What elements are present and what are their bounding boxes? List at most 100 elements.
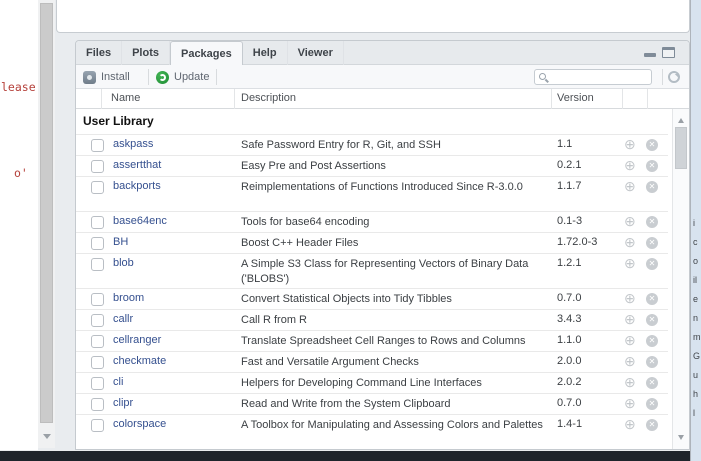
- console-scrollbar-thumb[interactable]: [40, 3, 53, 423]
- globe-icon[interactable]: ⊕: [624, 137, 636, 151]
- tab-files[interactable]: Files: [76, 41, 122, 65]
- remove-package-icon[interactable]: ✕: [646, 293, 658, 305]
- globe-icon[interactable]: ⊕: [624, 179, 636, 193]
- globe-icon[interactable]: ⊕: [624, 158, 636, 172]
- remove-package-icon[interactable]: ✕: [646, 237, 658, 249]
- globe-icon[interactable]: ⊕: [624, 354, 636, 368]
- remove-package-icon[interactable]: ✕: [646, 160, 658, 172]
- install-button[interactable]: Install: [83, 65, 130, 89]
- package-name-link[interactable]: checkmate: [113, 355, 166, 367]
- table-row: broomConvert Statistical Objects into Ti…: [76, 288, 668, 309]
- globe-icon[interactable]: ⊕: [624, 291, 636, 305]
- console-output-red: lease: [1, 80, 36, 94]
- scroll-down-arrow-icon[interactable]: [43, 434, 51, 443]
- package-checkbox[interactable]: [91, 293, 104, 306]
- globe-icon[interactable]: ⊕: [624, 235, 636, 249]
- package-checkbox[interactable]: [91, 258, 104, 271]
- scroll-up-arrow-icon[interactable]: [678, 115, 684, 123]
- package-checkbox[interactable]: [91, 419, 104, 432]
- update-button[interactable]: Update: [156, 65, 209, 89]
- column-header-name: Name: [111, 92, 140, 104]
- remove-package-icon[interactable]: ✕: [646, 216, 658, 228]
- package-checkbox[interactable]: [91, 398, 104, 411]
- package-checkbox[interactable]: [91, 139, 104, 152]
- package-name-link[interactable]: assertthat: [113, 159, 161, 171]
- table-row: backportsReimplementations of Functions …: [76, 176, 668, 211]
- table-header: Name Description Version: [76, 89, 689, 109]
- package-version: 0.2.1: [557, 159, 581, 171]
- package-checkbox[interactable]: [91, 314, 104, 327]
- table-row: cliHelpers for Developing Command Line I…: [76, 372, 668, 393]
- package-version: 1.1.7: [557, 180, 581, 192]
- package-name-link[interactable]: cli: [113, 376, 123, 388]
- table-row: askpass Safe Password Entry for R, Git, a…: [76, 134, 668, 155]
- globe-icon[interactable]: ⊕: [624, 417, 636, 431]
- remove-package-icon[interactable]: ✕: [646, 377, 658, 389]
- background-text-fragment: e: [693, 294, 698, 304]
- table-scrollbar[interactable]: [672, 109, 689, 449]
- remove-package-icon[interactable]: ✕: [646, 419, 658, 431]
- package-checkbox[interactable]: [91, 160, 104, 173]
- package-description: Safe Password Entry for R, Git, and SSH: [241, 138, 553, 153]
- update-button-label: Update: [174, 71, 209, 83]
- remove-package-icon[interactable]: ✕: [646, 335, 658, 347]
- globe-icon[interactable]: ⊕: [624, 375, 636, 389]
- package-version: 2.0.0: [557, 355, 581, 367]
- table-scrollbar-thumb[interactable]: [675, 127, 687, 169]
- background-text-fragment: il: [693, 275, 697, 285]
- background-text-fragment: m: [693, 332, 701, 342]
- table-row: BHBoost C++ Header Files1.72.0-3⊕✕: [76, 232, 668, 253]
- update-packages-icon: [156, 71, 169, 84]
- packages-pane: FilesPlotsPackagesHelpViewer Install Upd…: [75, 40, 690, 450]
- packages-table: User Library askpassSafe Password Entry …: [76, 109, 689, 449]
- globe-icon[interactable]: ⊕: [624, 333, 636, 347]
- package-description: Easy Pre and Post Assertions: [241, 159, 553, 174]
- package-name-link[interactable]: askpass: [113, 138, 153, 150]
- bottom-window-bar: [0, 451, 690, 461]
- remove-package-icon[interactable]: ✕: [646, 398, 658, 410]
- package-version: 1.2.1: [557, 257, 581, 269]
- globe-icon[interactable]: ⊕: [624, 214, 636, 228]
- maximize-pane-icon[interactable]: [662, 47, 675, 58]
- package-checkbox[interactable]: [91, 181, 104, 194]
- package-version: 1.72.0-3: [557, 236, 597, 248]
- package-checkbox[interactable]: [91, 356, 104, 369]
- table-row: blobA Simple S3 Class for Representing V…: [76, 253, 668, 288]
- package-name-link[interactable]: callr: [113, 313, 133, 325]
- package-name-link[interactable]: blob: [113, 257, 134, 269]
- refresh-icon[interactable]: [668, 71, 680, 83]
- package-name-link[interactable]: backports: [113, 180, 161, 192]
- package-name-link[interactable]: colorspace: [113, 418, 166, 430]
- console-scrollbar[interactable]: [38, 0, 55, 448]
- package-name-link[interactable]: BH: [113, 236, 128, 248]
- package-checkbox[interactable]: [91, 237, 104, 250]
- globe-icon[interactable]: ⊕: [624, 312, 636, 326]
- globe-icon[interactable]: ⊕: [624, 256, 636, 270]
- table-row: assertthat Easy Pre and Post Assertions 0.…: [76, 155, 668, 176]
- background-window-sliver: icoilenmGuhl: [690, 0, 701, 461]
- package-checkbox[interactable]: [91, 216, 104, 229]
- scroll-down-arrow-icon[interactable]: [678, 435, 684, 443]
- package-name-link[interactable]: cellranger: [113, 334, 161, 346]
- remove-package-icon[interactable]: ✕: [646, 356, 658, 368]
- tab-help[interactable]: Help: [243, 41, 288, 65]
- package-checkbox[interactable]: [91, 335, 104, 348]
- globe-icon[interactable]: ⊕: [624, 396, 636, 410]
- package-version: 1.1.0: [557, 334, 581, 346]
- minimize-pane-icon[interactable]: [644, 53, 656, 57]
- package-description: Call R from R: [241, 313, 553, 328]
- remove-package-icon[interactable]: ✕: [646, 139, 658, 151]
- remove-package-icon[interactable]: ✕: [646, 314, 658, 326]
- package-checkbox[interactable]: [91, 377, 104, 390]
- table-row: colorspaceA Toolbox for Manipulating and…: [76, 414, 668, 449]
- package-description: Tools for base64 encoding: [241, 215, 553, 230]
- remove-package-icon[interactable]: ✕: [646, 258, 658, 270]
- package-name-link[interactable]: base64enc: [113, 215, 167, 227]
- tab-viewer[interactable]: Viewer: [288, 41, 344, 65]
- tab-plots[interactable]: Plots: [122, 41, 170, 65]
- remove-package-icon[interactable]: ✕: [646, 181, 658, 193]
- package-name-link[interactable]: clipr: [113, 397, 133, 409]
- packages-search-input[interactable]: [553, 70, 649, 84]
- package-name-link[interactable]: broom: [113, 292, 144, 304]
- tab-packages[interactable]: Packages: [170, 41, 243, 65]
